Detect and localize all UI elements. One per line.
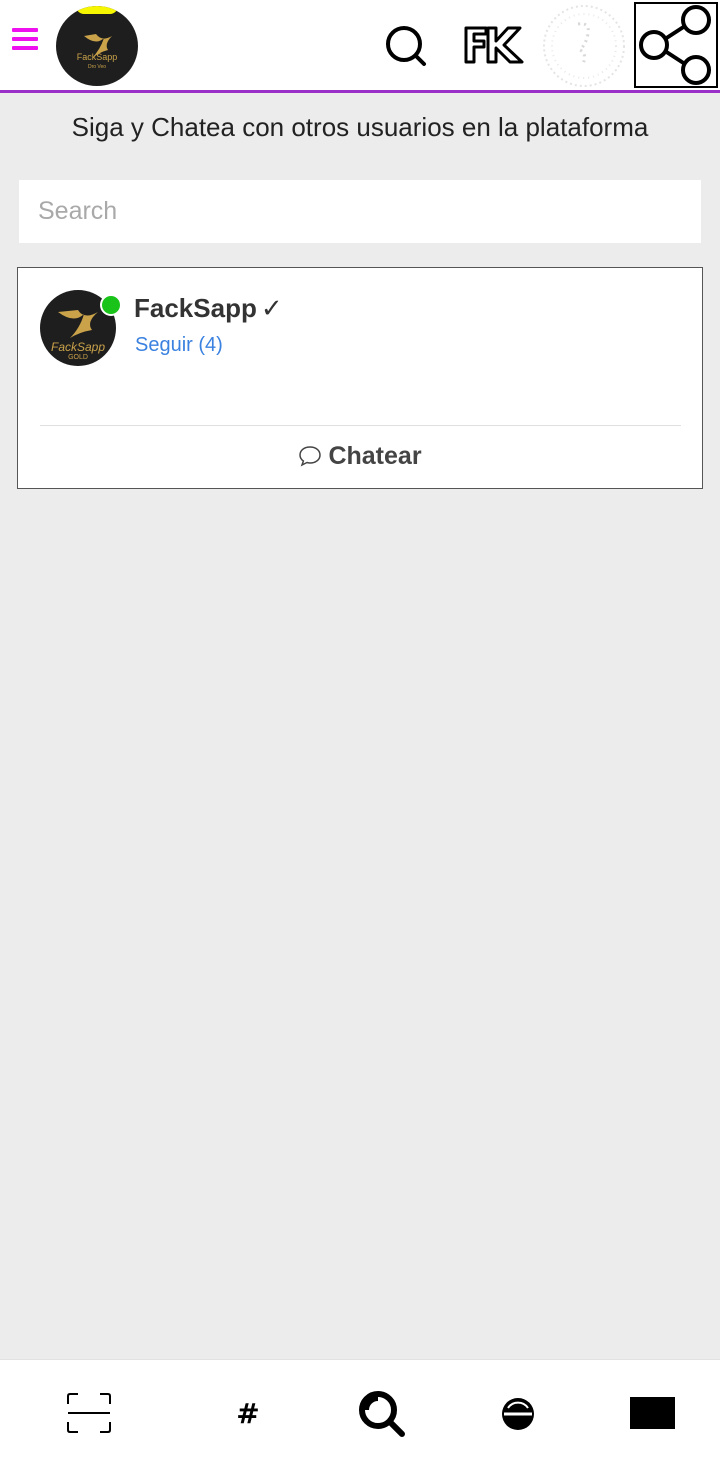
app-logo[interactable]: FackSapp Dro Veo (56, 6, 138, 86)
bottom-navigation: # (0, 1359, 720, 1465)
online-status-dot (100, 294, 122, 316)
rectangle-icon[interactable] (630, 1397, 675, 1429)
share-icon (639, 5, 711, 85)
dotted-avatar-icon[interactable] (542, 4, 626, 88)
user-name[interactable]: FackSapp ✓ (134, 293, 283, 324)
page-subtitle: Siga y Chatea con otros usuarios en la p… (71, 112, 649, 142)
chat-label: Chatear (328, 441, 422, 470)
top-header: FackSapp Dro Veo (0, 0, 720, 93)
logo-subtext: Dro Veo (87, 64, 107, 70)
chat-bubble-icon (299, 446, 322, 467)
chat-button[interactable]: Chatear (18, 438, 702, 474)
logo-text: FackSapp (76, 52, 118, 62)
card-divider (40, 425, 681, 426)
user-card: FackSapp GOLD FackSapp ✓ Seguir (4) Chate… (17, 267, 703, 489)
circle-icon[interactable] (500, 1396, 536, 1432)
search-input[interactable] (19, 180, 701, 243)
avatar-text: FackSapp (50, 340, 106, 354)
avatar-subtext: GOLD (68, 354, 88, 361)
fk-logo-icon[interactable] (462, 24, 526, 66)
follow-link[interactable]: Seguir (4) (135, 334, 223, 357)
bird-logo-icon (84, 34, 112, 58)
hamburger-menu-icon[interactable] (12, 22, 40, 62)
user-name-text: FackSapp (134, 293, 257, 323)
search-icon[interactable] (358, 1390, 408, 1440)
search-icon[interactable] (384, 24, 428, 68)
scan-icon[interactable] (66, 1392, 112, 1434)
share-button[interactable] (634, 2, 718, 88)
verified-icon: ✓ (260, 293, 283, 323)
hashtag-icon[interactable]: # (230, 1398, 266, 1430)
